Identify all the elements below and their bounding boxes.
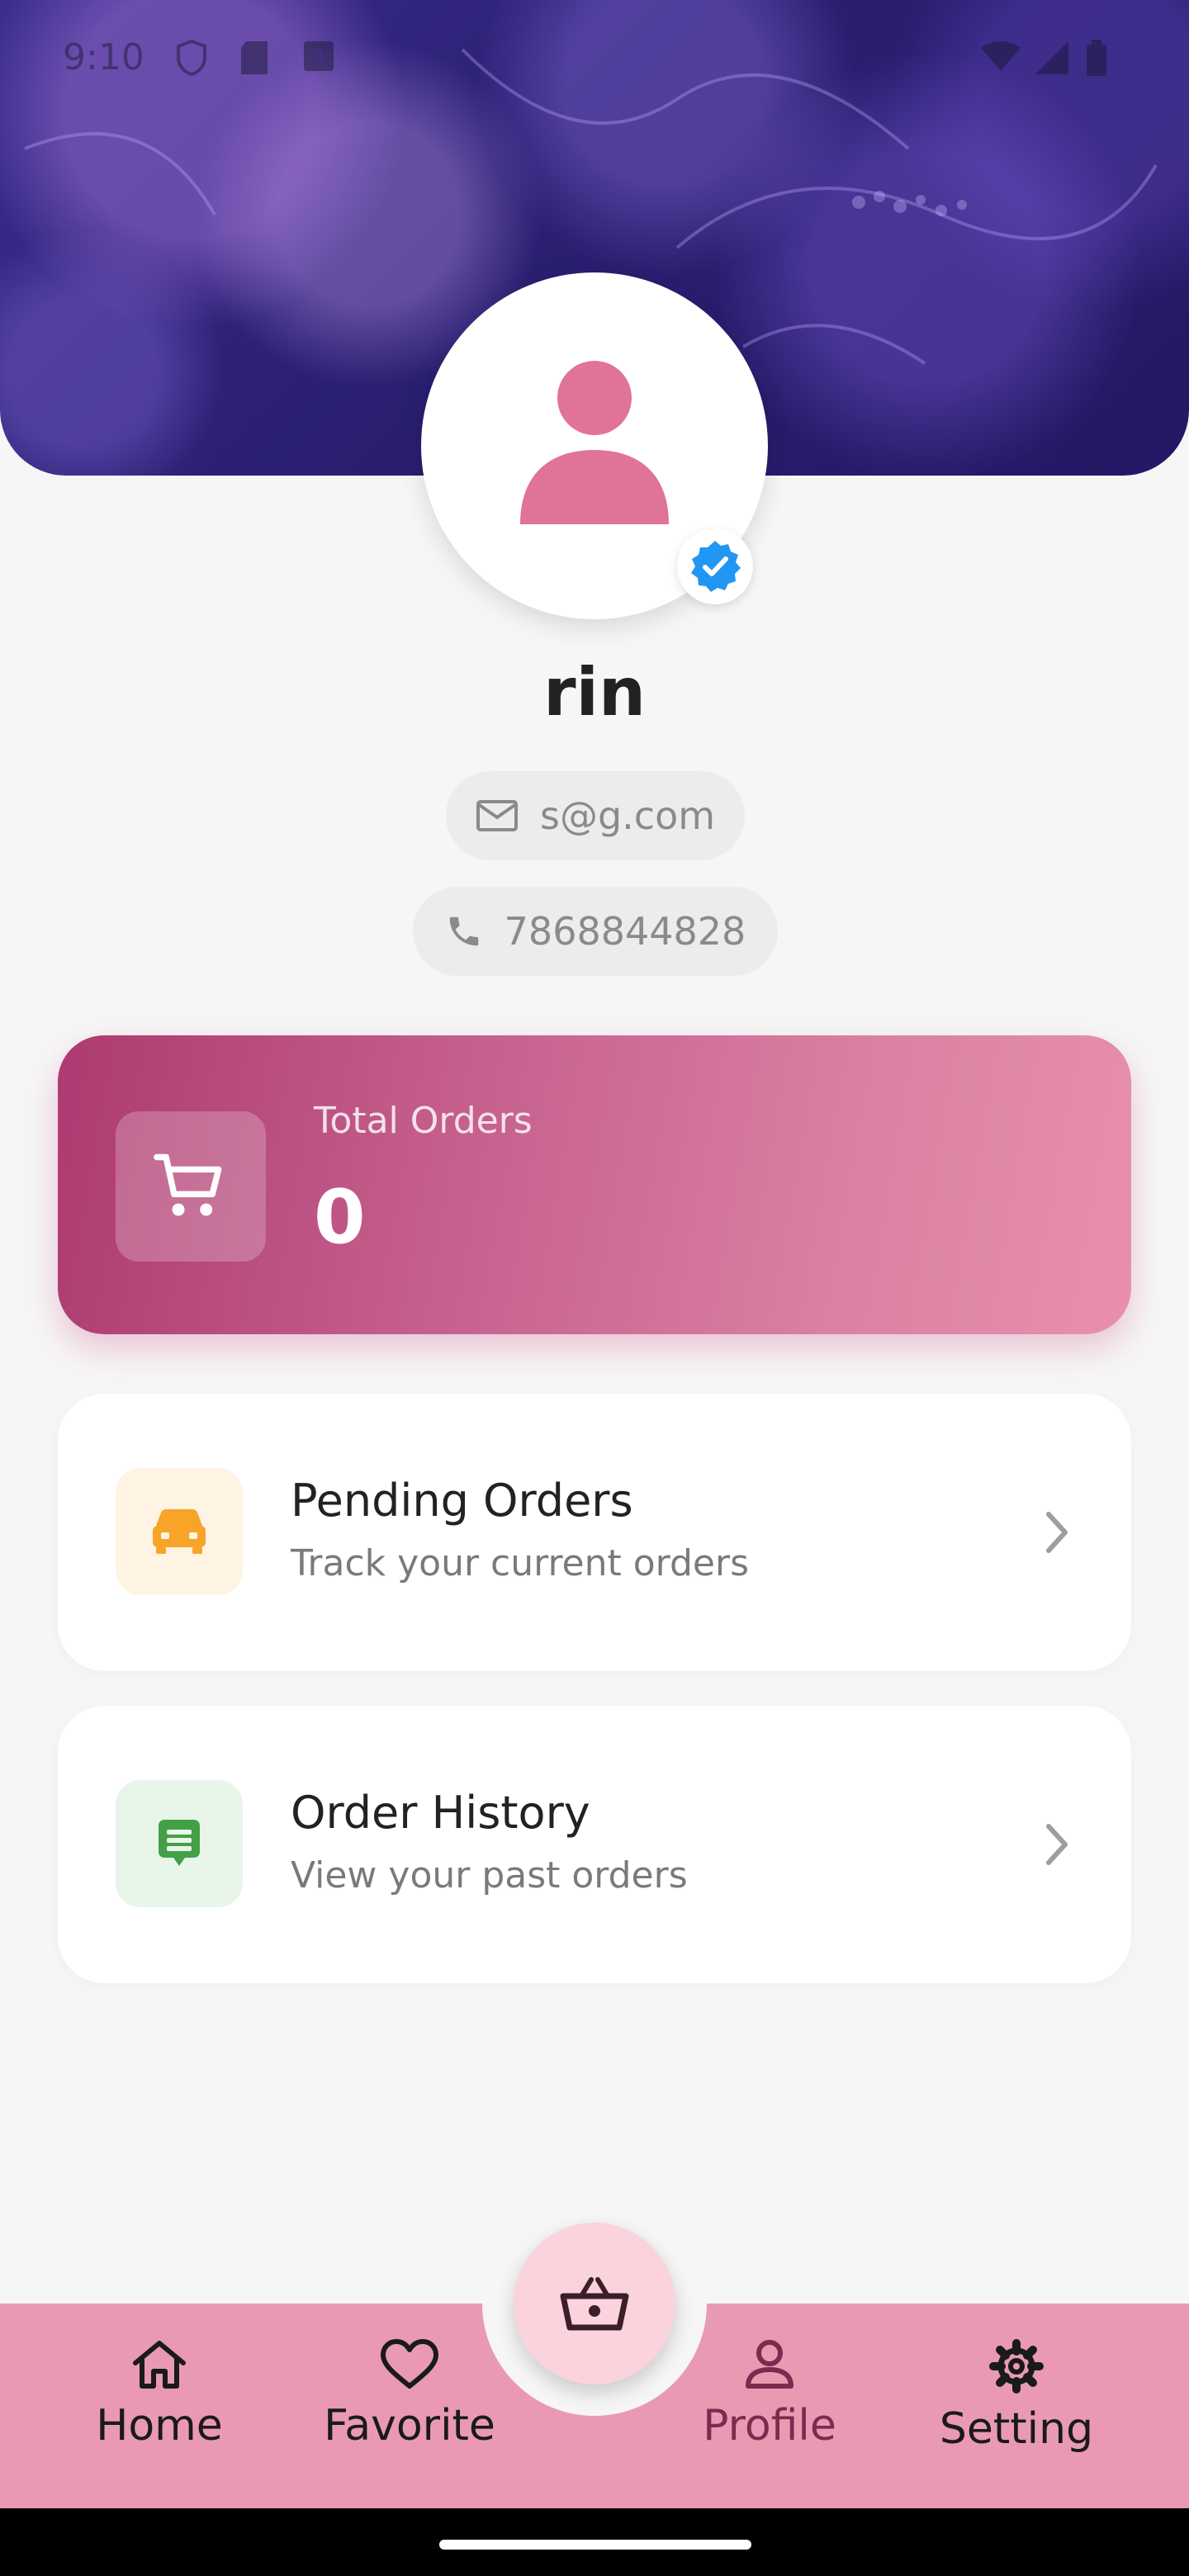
cart-icon-box (116, 1111, 266, 1262)
history-icon-box (116, 1780, 243, 1907)
person-avatar-icon (520, 361, 669, 524)
verified-check-icon (691, 541, 741, 592)
nav-setting[interactable]: Setting (917, 2338, 1116, 2454)
cart-icon (154, 1153, 222, 1216)
signal-icon (1035, 41, 1068, 74)
receipt-icon (159, 1820, 200, 1866)
nav-home-label: Home (96, 2401, 223, 2451)
battery-icon (1087, 40, 1106, 76)
chevron-right-icon (1046, 1824, 1068, 1865)
nav-setting-label: Setting (939, 2404, 1094, 2454)
nav-profile[interactable]: Profile (670, 2338, 869, 2451)
user-name: rin (543, 654, 646, 731)
phone-icon (449, 916, 478, 946)
status-time: 9:10 (63, 36, 144, 78)
email-text: s@g.com (539, 793, 716, 838)
chevron-right-icon (1046, 1512, 1068, 1553)
sd-card-icon (241, 41, 268, 74)
nav-favorite-label: Favorite (324, 2401, 495, 2451)
svg-text:A: A (310, 44, 326, 71)
phone-chip: 7868844828 (413, 887, 778, 976)
pending-orders-item[interactable]: Pending Orders Track your current orders (58, 1394, 1131, 1671)
nav-home[interactable]: Home (60, 2338, 258, 2451)
home-gesture-handle[interactable] (439, 2540, 751, 2550)
wifi-icon (981, 41, 1021, 71)
mail-icon (476, 800, 518, 831)
pending-icon-box (116, 1468, 243, 1595)
order-history-item[interactable]: Order History View your past orders (58, 1706, 1131, 1983)
order-history-title: Order History (291, 1787, 590, 1839)
nav-profile-label: Profile (703, 2401, 836, 2451)
home-icon (133, 2341, 186, 2389)
heart-icon (381, 2339, 438, 2389)
gear-icon (989, 2339, 1044, 2394)
shield-icon (177, 40, 206, 76)
status-bar: 9:10 A (0, 0, 1189, 116)
pending-orders-title: Pending Orders (291, 1475, 633, 1527)
verified-badge (677, 528, 753, 604)
total-orders-label: Total Orders (314, 1100, 533, 1142)
total-orders-value: 0 (314, 1174, 366, 1261)
text-a-icon: A (304, 41, 334, 71)
email-chip: s@g.com (446, 771, 745, 860)
total-orders-card[interactable]: Total Orders 0 (58, 1035, 1131, 1334)
pending-orders-subtitle: Track your current orders (291, 1542, 750, 1584)
basket-icon (560, 2277, 629, 2331)
nav-favorite[interactable]: Favorite (310, 2338, 509, 2451)
phone-text: 7868844828 (504, 909, 746, 954)
person-icon (746, 2340, 793, 2389)
order-history-subtitle: View your past orders (291, 1854, 688, 1896)
basket-button[interactable] (514, 2223, 675, 2384)
car-icon (153, 1509, 206, 1554)
